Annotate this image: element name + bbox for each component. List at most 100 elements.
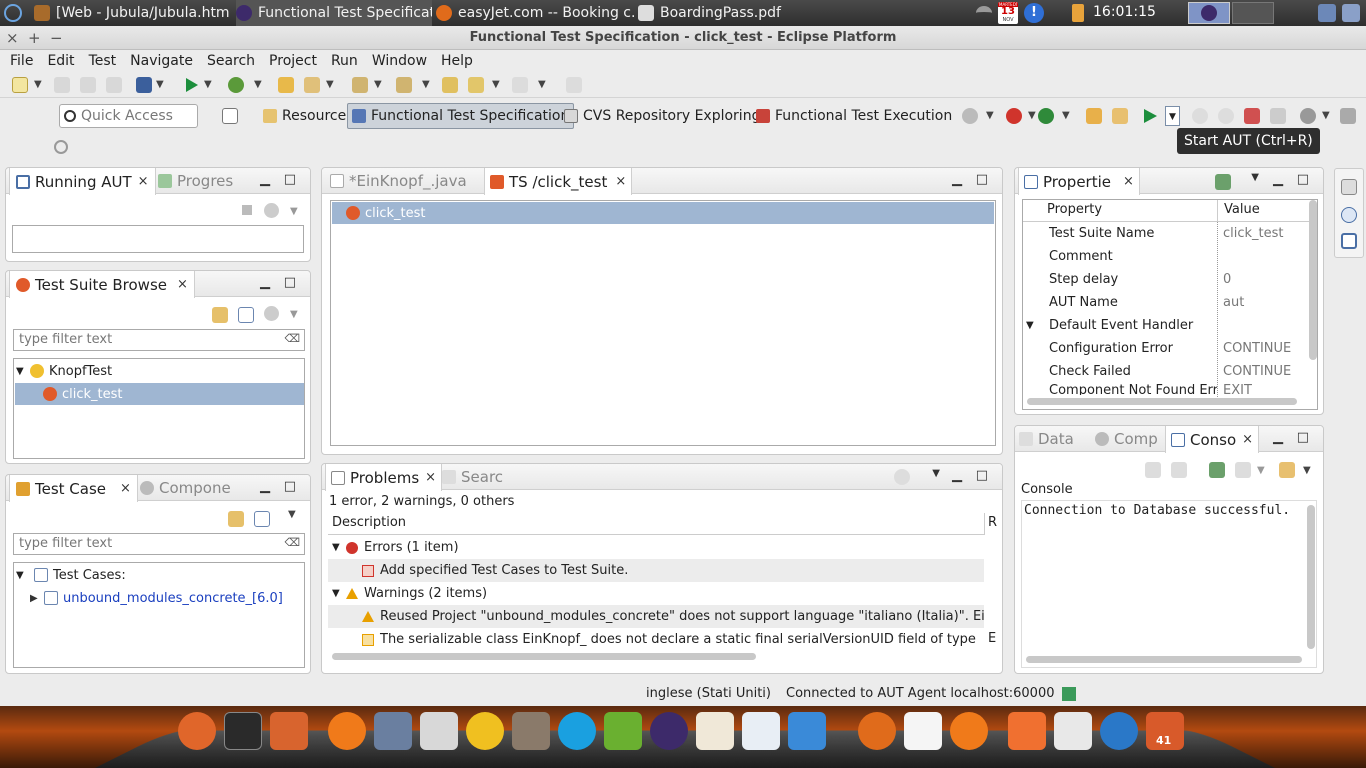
expand-arrow-icon[interactable]: ▼ [328, 542, 346, 553]
calendar-icon[interactable]: MARTEDÌ 13 NOV [998, 2, 1018, 24]
gear-icon[interactable] [1300, 108, 1316, 124]
filter-icon[interactable] [894, 469, 910, 485]
minimize-icon[interactable]: ▁ [952, 468, 962, 483]
lock-icon[interactable] [1270, 108, 1286, 124]
minimize-icon[interactable]: ▁ [260, 275, 270, 290]
connect-icon[interactable] [962, 108, 978, 124]
property-row-component-not-found[interactable]: Component Not Found Err EXIT [1023, 383, 1309, 395]
menu-project[interactable]: Project [262, 53, 324, 69]
quick-access-input[interactable]: Quick Access [59, 104, 198, 128]
ubuntu-icon[interactable] [178, 712, 216, 750]
print-icon[interactable] [106, 77, 122, 93]
column-header-resource[interactable]: R [984, 513, 997, 535]
editor-node-click-test[interactable]: click_test [332, 202, 994, 224]
perspective-cvs[interactable]: CVS Repository Exploring [560, 103, 764, 129]
clear-filter-icon[interactable]: ⌫ [284, 536, 300, 549]
property-row-aut-name[interactable]: AUT Name aut [1023, 291, 1309, 314]
scroll-lock-icon[interactable] [1171, 462, 1187, 478]
start-aut-icon[interactable] [1144, 109, 1157, 123]
stop-icon[interactable] [242, 205, 252, 215]
database-dropdown-icon[interactable]: ▼ [156, 79, 164, 90]
problem-group-errors[interactable]: ▼ Errors (1 item) [328, 536, 984, 559]
window-icon[interactable] [1341, 233, 1357, 249]
minimize-icon[interactable]: ▁ [260, 172, 270, 187]
menu-edit[interactable]: Edit [40, 53, 81, 69]
new-dropdown-icon[interactable]: ▼ [34, 79, 42, 90]
calculator-icon[interactable] [420, 712, 458, 750]
table-icon[interactable] [1086, 108, 1102, 124]
home-folder-icon[interactable] [1008, 712, 1046, 750]
running-aut-list[interactable] [12, 225, 304, 253]
database-status-icon[interactable] [1062, 687, 1076, 701]
debug-dropdown-icon[interactable]: ▼ [254, 79, 262, 90]
run-dropdown-icon[interactable]: ▼ [204, 79, 212, 90]
info-icon[interactable]: ! [1024, 3, 1044, 23]
display-console-dropdown-icon[interactable]: ▼ [1257, 465, 1265, 476]
maximize-icon[interactable]: □ [284, 172, 296, 187]
minimize-icon[interactable]: ▁ [952, 172, 962, 187]
play-icon[interactable] [264, 203, 279, 218]
disconnect-icon[interactable] [1006, 108, 1022, 124]
tool-icon[interactable] [1340, 108, 1356, 124]
close-icon[interactable]: × [615, 174, 626, 189]
maximize-icon[interactable]: □ [284, 479, 296, 494]
column-header-property[interactable]: Property [1023, 200, 1217, 222]
tree-node-click-test[interactable]: click_test [15, 383, 304, 405]
run-icon[interactable] [186, 78, 198, 92]
collapse-all-icon[interactable] [254, 511, 270, 527]
close-icon[interactable]: × [425, 470, 436, 485]
property-row-step-delay[interactable]: Step delay 0 [1023, 268, 1309, 291]
connect-dropdown-icon[interactable]: ▼ [986, 110, 994, 121]
tab-test-case[interactable]: Test Case × [9, 475, 138, 502]
prev-annotation-dropdown-icon[interactable]: ▼ [422, 79, 430, 90]
next-annotation-dropdown-icon[interactable]: ▼ [374, 79, 382, 90]
open-folder-icon[interactable] [278, 77, 294, 93]
forward-dropdown-icon[interactable]: ▼ [538, 79, 546, 90]
tab-properties[interactable]: Propertie × [1018, 168, 1140, 195]
clear-filter-icon[interactable]: ⌫ [284, 332, 300, 345]
menu-help[interactable]: Help [434, 53, 480, 69]
terminal-icon[interactable] [224, 712, 262, 750]
teapot-icon[interactable] [466, 712, 504, 750]
minimize-icon[interactable]: ▁ [1273, 172, 1283, 187]
expand-arrow-icon[interactable]: ▼ [1023, 320, 1049, 331]
tab-components[interactable]: Comp [1095, 426, 1158, 452]
stop-aut-icon[interactable] [1192, 108, 1208, 124]
maximize-icon[interactable]: □ [284, 275, 296, 290]
maximize-icon[interactable]: □ [976, 172, 988, 187]
tab-ts-click-test[interactable]: TS /click_test × [484, 168, 633, 195]
workspace-preview[interactable] [1232, 2, 1274, 24]
wand-icon[interactable] [1112, 108, 1128, 124]
close-icon[interactable]: × [120, 481, 131, 496]
perspective-functional-test-spec[interactable]: Functional Test Specification [347, 103, 575, 129]
maximize-icon[interactable]: □ [1297, 430, 1309, 445]
save-all-icon[interactable] [80, 77, 96, 93]
menu-file[interactable]: File [3, 53, 40, 69]
menu-test[interactable]: Test [82, 53, 124, 69]
session-icon[interactable] [1342, 4, 1360, 22]
forward-icon[interactable] [512, 77, 528, 93]
problem-group-warnings[interactable]: ▼ Warnings (2 items) [328, 582, 984, 605]
vertical-scrollbar[interactable] [1309, 200, 1317, 360]
problem-row-error-1[interactable]: Add specified Test Cases to Test Suite. [328, 559, 984, 582]
clock[interactable]: 16:01:15 [1093, 4, 1156, 20]
tab-test-suite-browser[interactable]: Test Suite Browse × [9, 271, 195, 298]
start-aut-dropdown-button[interactable]: ▼ [1165, 106, 1180, 126]
expand-arrow-icon[interactable]: ▼ [328, 588, 346, 599]
clear-console-icon[interactable] [1145, 462, 1161, 478]
expand-arrow-icon[interactable]: ▶ [30, 593, 44, 604]
package-icon[interactable] [270, 712, 308, 750]
property-row-configuration-error[interactable]: Configuration Error CONTINUE [1023, 337, 1309, 360]
problem-row-warning-2[interactable]: The serializable class EinKnopf_ does no… [328, 628, 984, 651]
eclipse-app-icon[interactable] [4, 4, 22, 22]
menu-navigate[interactable]: Navigate [123, 53, 200, 69]
tab-data[interactable]: Data [1019, 426, 1074, 452]
view-menu-icon[interactable]: ▼ [288, 509, 296, 520]
menu-search[interactable]: Search [200, 53, 262, 69]
collapse-all-icon[interactable] [238, 307, 254, 323]
view-menu-icon[interactable]: ▼ [932, 468, 940, 479]
minimize-window-button[interactable]: − [50, 26, 63, 50]
tab-running-aut[interactable]: Running AUT × [9, 168, 156, 195]
pencil-dropdown-icon[interactable]: ▼ [326, 79, 334, 90]
horizontal-scrollbar[interactable] [332, 653, 756, 660]
